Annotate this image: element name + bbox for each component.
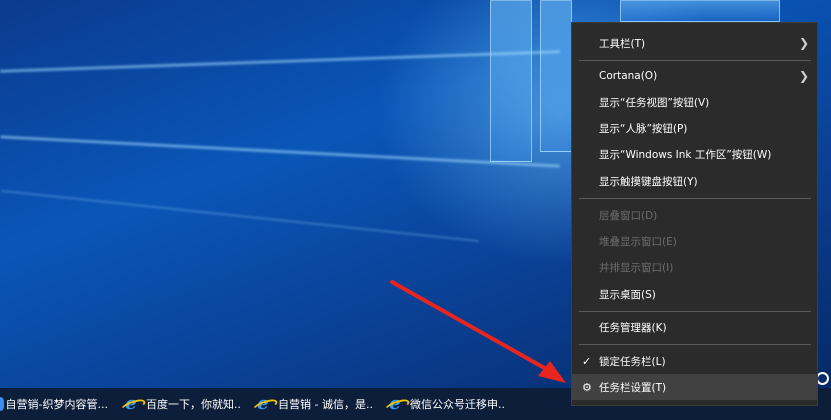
taskbar-button-label: 自营销 - 诚信，是... — [278, 398, 372, 411]
menu-item-label: 层叠窗口(D) — [599, 209, 658, 222]
taskbar-button-label: 自营销-织梦内容管... — [5, 398, 108, 411]
wallpaper-window-pane — [490, 0, 532, 162]
taskbar-button-label: 百度一下，你就知... — [146, 398, 240, 411]
menu-item-side-by-side-windows: 并排显示窗口(I) — [572, 254, 817, 280]
wallpaper-light-beam — [0, 135, 560, 168]
chevron-right-icon: ❯ — [798, 36, 809, 50]
taskbar-button[interactable]: e 百度一下，你就知... — [122, 388, 240, 420]
wallpaper-window-pane — [540, 0, 572, 152]
ie-icon: e — [122, 395, 140, 413]
menu-item-label: 任务管理器(K) — [599, 321, 667, 334]
menu-item-label: 显示桌面(S) — [599, 288, 656, 301]
menu-item-taskbar-settings[interactable]: ⚙ 任务栏设置(T) — [572, 374, 817, 400]
wallpaper-light-beam — [1, 189, 479, 243]
menu-item-label: 堆叠显示窗口(E) — [599, 235, 677, 248]
browser-icon — [0, 397, 4, 411]
menu-item-label: 显示“Windows Ink 工作区”按钮(W) — [599, 148, 772, 161]
menu-item-show-task-view[interactable]: 显示“任务视图”按钮(V) — [572, 89, 817, 115]
menu-item-show-people[interactable]: 显示“人脉”按钮(P) — [572, 115, 817, 141]
chevron-right-icon: ❯ — [798, 69, 809, 83]
menu-item-label: 显示“人脉”按钮(P) — [599, 122, 688, 135]
gear-icon: ⚙ — [582, 380, 592, 394]
menu-item-lock-taskbar[interactable]: ✓ 锁定任务栏(L) — [572, 348, 817, 374]
wallpaper-window-pane — [620, 0, 780, 22]
ie-icon: e — [386, 395, 404, 413]
menu-item-label: Cortana(O) — [599, 70, 658, 82]
taskbar-button[interactable]: e 微信公众号迁移申... — [386, 388, 504, 420]
menu-item-label: 显示触摸键盘按钮(Y) — [599, 175, 698, 188]
menu-item-label: 工具栏(T) — [599, 37, 646, 50]
menu-separator — [579, 344, 811, 345]
menu-item-stack-windows: 堆叠显示窗口(E) — [572, 228, 817, 254]
taskbar-button[interactable]: e 自营销 - 诚信，是... — [254, 388, 372, 420]
menu-item-show-windows-ink[interactable]: 显示“Windows Ink 工作区”按钮(W) — [572, 141, 817, 167]
checkmark-icon: ✓ — [582, 354, 592, 368]
menu-separator — [579, 198, 811, 199]
wallpaper-light-beam — [0, 50, 560, 73]
menu-item-label: 并排显示窗口(I) — [599, 261, 674, 274]
menu-separator — [579, 311, 811, 312]
menu-item-label: 任务栏设置(T) — [599, 381, 667, 394]
menu-item-label: 锁定任务栏(L) — [599, 355, 666, 368]
ie-icon: e — [254, 395, 272, 413]
taskbar-button-label: 微信公众号迁移申... — [410, 398, 504, 411]
menu-item-task-manager[interactable]: 任务管理器(K) — [572, 314, 817, 340]
menu-item-show-desktop[interactable]: 显示桌面(S) — [572, 281, 817, 307]
menu-item-toolbars[interactable]: 工具栏(T) ❯ — [572, 30, 817, 56]
taskbar-context-menu: 工具栏(T) ❯ Cortana(O) ❯ 显示“任务视图”按钮(V) 显示“人… — [571, 22, 818, 406]
menu-item-cortana[interactable]: Cortana(O) ❯ — [572, 63, 817, 89]
taskbar-button[interactable]: 自营销-织梦内容管... — [0, 388, 108, 420]
menu-item-cascade-windows: 层叠窗口(D) — [572, 202, 817, 228]
menu-separator — [579, 60, 811, 61]
menu-item-label: 显示“任务视图”按钮(V) — [599, 96, 710, 109]
menu-item-show-touch-keyboard[interactable]: 显示触摸键盘按钮(Y) — [572, 168, 817, 194]
